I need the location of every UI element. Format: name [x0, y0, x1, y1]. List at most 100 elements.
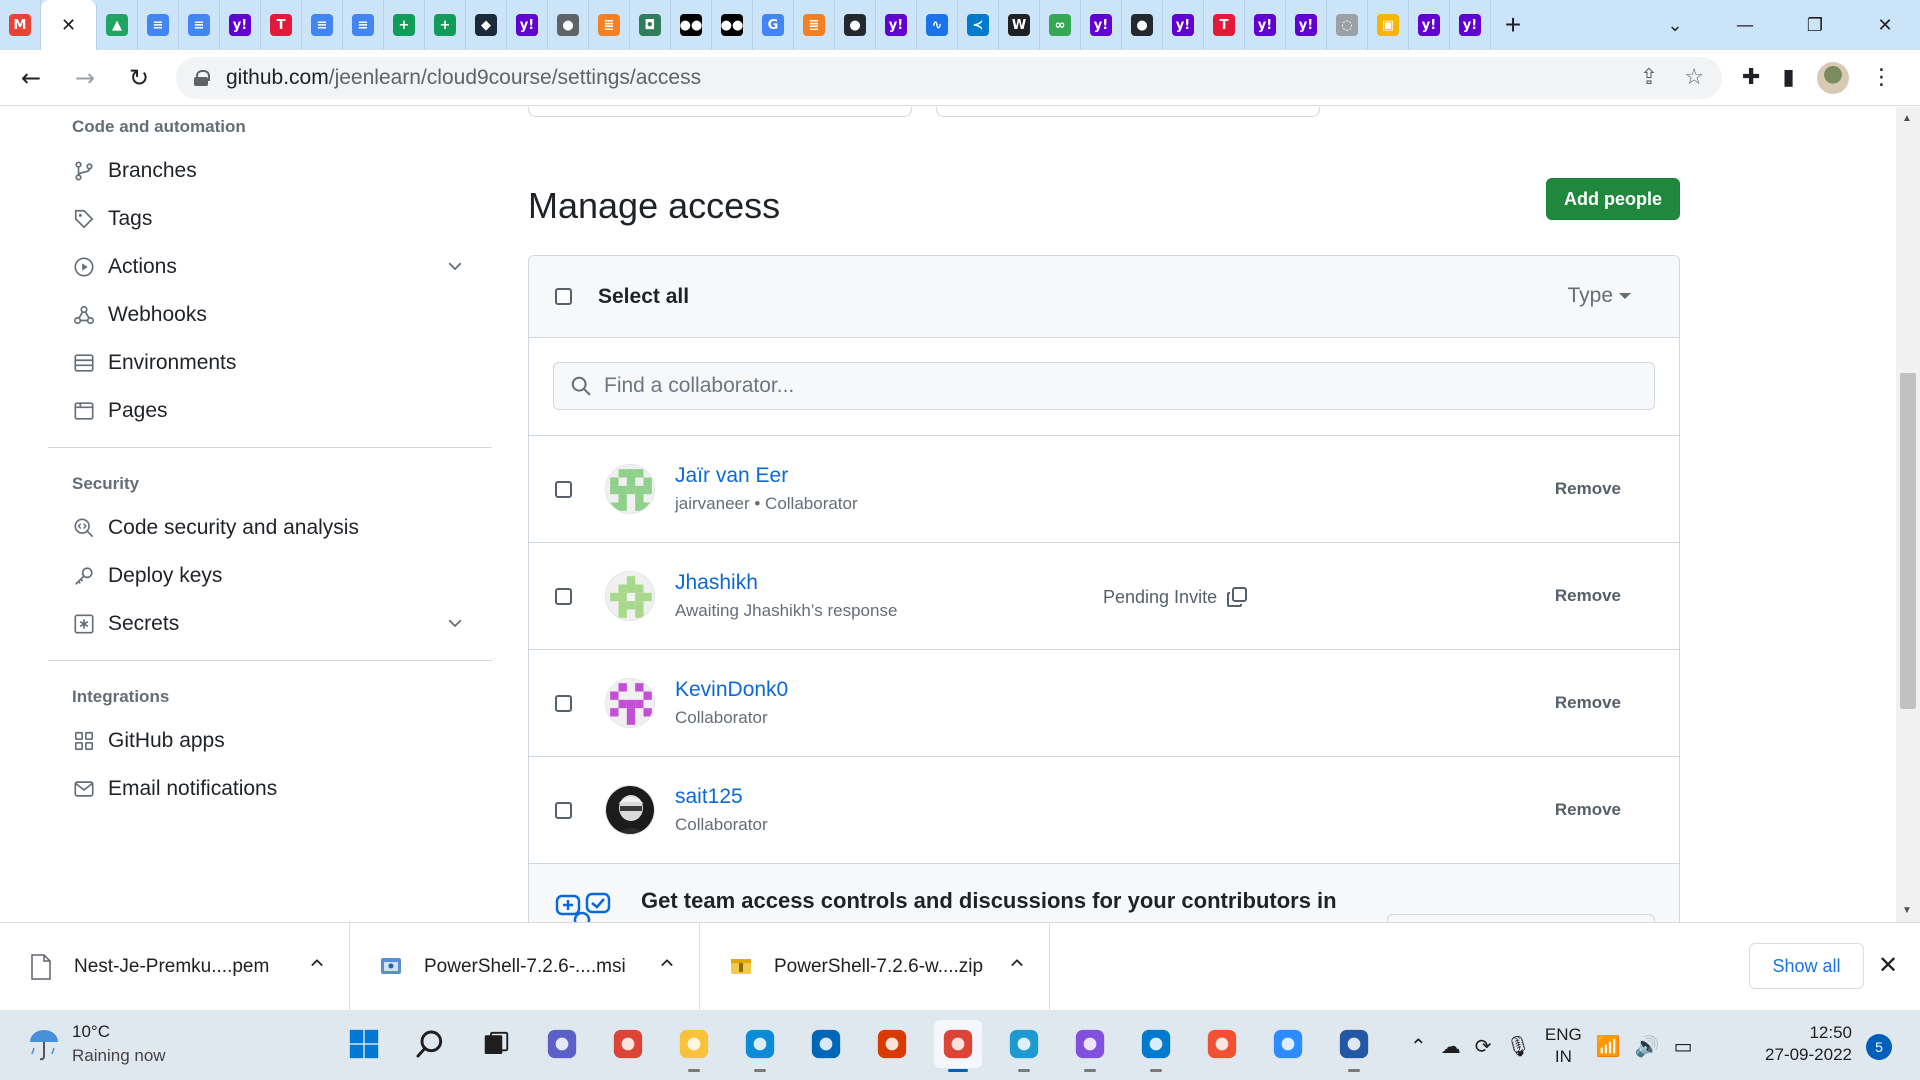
browser-tab[interactable]: y!: [1286, 0, 1327, 50]
minimize-button[interactable]: —: [1710, 0, 1780, 50]
teams-chat-icon[interactable]: [538, 1020, 586, 1068]
download-item[interactable]: Nest-Je-Premku....pem: [0, 922, 350, 1011]
chevron-down-icon[interactable]: [446, 614, 464, 632]
zoom-icon[interactable]: [1264, 1020, 1312, 1068]
collaborator-name-link[interactable]: Jhashikh: [675, 571, 897, 595]
remove-collaborator-button[interactable]: Remove: [1555, 693, 1621, 713]
share-icon[interactable]: ⇪: [1640, 65, 1658, 90]
browser-tab[interactable]: T: [1204, 0, 1245, 50]
browser-tab[interactable]: G: [753, 0, 794, 50]
language-indicator[interactable]: ENG IN: [1545, 1024, 1582, 1068]
file-explorer-icon[interactable]: [670, 1020, 718, 1072]
select-all-checkbox[interactable]: [555, 288, 572, 305]
scrollbar-thumb[interactable]: [1900, 373, 1916, 709]
onedrive-cloud-icon[interactable]: ☁: [1441, 1034, 1461, 1058]
browser-tab[interactable]: ∞: [1040, 0, 1081, 50]
windows-start-icon[interactable]: [340, 1020, 388, 1068]
avatar[interactable]: [605, 678, 655, 728]
slack-icon[interactable]: [1000, 1020, 1048, 1072]
browser-tab[interactable]: ●●: [671, 0, 712, 50]
edge-icon[interactable]: [736, 1020, 784, 1072]
address-bar[interactable]: github.com/jeenlearn/cloud9course/settin…: [176, 56, 1722, 99]
git-icon[interactable]: [1198, 1020, 1246, 1068]
browser-tab[interactable]: ≣: [794, 0, 835, 50]
browser-tab[interactable]: ≡: [343, 0, 384, 50]
copy-icon[interactable]: [1217, 585, 1249, 609]
volume-icon[interactable]: 🔊: [1635, 1034, 1660, 1058]
sidebar-item-tags[interactable]: Tags: [48, 195, 492, 243]
sidebar-item-deploy-keys[interactable]: Deploy keys: [48, 552, 492, 600]
sidebar-item-code-security-and-analysis[interactable]: Code security and analysis: [48, 504, 492, 552]
page-scrollbar[interactable]: ▲ ▼: [1896, 107, 1920, 922]
sidebar-item-webhooks[interactable]: Webhooks: [48, 291, 492, 339]
chevron-up-icon[interactable]: [1009, 955, 1025, 971]
sidebar-item-branches[interactable]: Branches: [48, 147, 492, 195]
sidebar-item-pages[interactable]: Pages: [48, 387, 492, 435]
promo-action-button[interactable]: [1387, 914, 1655, 922]
sidebar-item-actions[interactable]: Actions: [48, 243, 492, 291]
browser-tab[interactable]: y!: [1163, 0, 1204, 50]
chevron-up-icon[interactable]: [309, 955, 325, 971]
collaborator-checkbox[interactable]: [555, 694, 572, 712]
browser-tab[interactable]: ✕: [41, 0, 97, 50]
browser-tab[interactable]: ●: [1122, 0, 1163, 50]
browser-tab[interactable]: ◆: [466, 0, 507, 50]
sidebar-item-github-apps[interactable]: GitHub apps: [48, 717, 492, 765]
weather-widget[interactable]: 10°C Raining now: [26, 1022, 166, 1066]
add-people-button[interactable]: Add people: [1546, 178, 1680, 220]
chevron-up-icon[interactable]: [659, 955, 675, 971]
browser-tab[interactable]: M: [0, 0, 41, 50]
scroll-up-icon[interactable]: ▲: [1902, 113, 1912, 124]
browser-tab[interactable]: +: [384, 0, 425, 50]
browser-tab[interactable]: W: [999, 0, 1040, 50]
system-clock[interactable]: 12:50 27-09-2022: [1752, 1022, 1852, 1066]
browser-tab[interactable]: ≡: [302, 0, 343, 50]
wifi-icon[interactable]: 📶: [1596, 1034, 1621, 1058]
avatar[interactable]: [605, 464, 655, 514]
browser-tab[interactable]: T: [261, 0, 302, 50]
microphone-icon[interactable]: 🎙: [1506, 1034, 1531, 1058]
side-panel-icon[interactable]: ▮: [1782, 65, 1794, 90]
browser-tab[interactable]: y!: [1245, 0, 1286, 50]
browser-menu-icon[interactable]: ⋮: [1871, 65, 1893, 90]
browser-tab[interactable]: +: [425, 0, 466, 50]
download-item[interactable]: PowerShell-7.2.6-....msi: [350, 922, 700, 1011]
reload-button[interactable]: ↻: [116, 55, 162, 101]
notification-badge[interactable]: 5: [1866, 1034, 1892, 1060]
extensions-puzzle-icon[interactable]: ✚: [1742, 65, 1760, 90]
browser-tab[interactable]: ≡: [138, 0, 179, 50]
search-icon[interactable]: [406, 1020, 454, 1068]
collaborator-name-link[interactable]: sait125: [675, 785, 768, 809]
browser-tab[interactable]: y!: [220, 0, 261, 50]
vscode-icon[interactable]: [1132, 1020, 1180, 1072]
browser-tab[interactable]: ≣: [589, 0, 630, 50]
show-hidden-icons[interactable]: ⌃: [1410, 1034, 1427, 1058]
collaborator-checkbox[interactable]: [555, 587, 572, 605]
chrome-profile-icon[interactable]: [934, 1020, 982, 1072]
restore-button[interactable]: ❐: [1780, 0, 1850, 50]
browser-tab[interactable]: ●: [835, 0, 876, 50]
sidebar-item-environments[interactable]: Environments: [48, 339, 492, 387]
chevron-down-icon[interactable]: [446, 257, 464, 275]
new-tab-button[interactable]: +: [1491, 0, 1535, 50]
browser-tab[interactable]: ●●: [712, 0, 753, 50]
browser-tab[interactable]: ∿: [917, 0, 958, 50]
profile-avatar[interactable]: [1816, 61, 1849, 94]
show-all-downloads-button[interactable]: Show all: [1749, 943, 1864, 989]
store-icon[interactable]: [802, 1020, 850, 1068]
forward-button[interactable]: →: [62, 55, 108, 101]
back-button[interactable]: ←: [8, 55, 54, 101]
type-filter-dropdown[interactable]: Type: [1567, 284, 1631, 308]
browser-tab[interactable]: y!: [876, 0, 917, 50]
sync-icon[interactable]: ⟳: [1475, 1034, 1492, 1058]
browser-tab[interactable]: y!: [1450, 0, 1491, 50]
scroll-down-icon[interactable]: ▼: [1902, 905, 1912, 916]
browser-tab[interactable]: ≺: [958, 0, 999, 50]
avatar[interactable]: [605, 571, 655, 621]
network-app-icon[interactable]: [1330, 1020, 1378, 1072]
office-icon[interactable]: [868, 1020, 916, 1068]
remove-collaborator-button[interactable]: Remove: [1555, 479, 1621, 499]
browser-tab[interactable]: ●: [548, 0, 589, 50]
github-desktop-icon[interactable]: [1066, 1020, 1114, 1072]
tab-search-icon[interactable]: ⌄: [1640, 0, 1710, 50]
